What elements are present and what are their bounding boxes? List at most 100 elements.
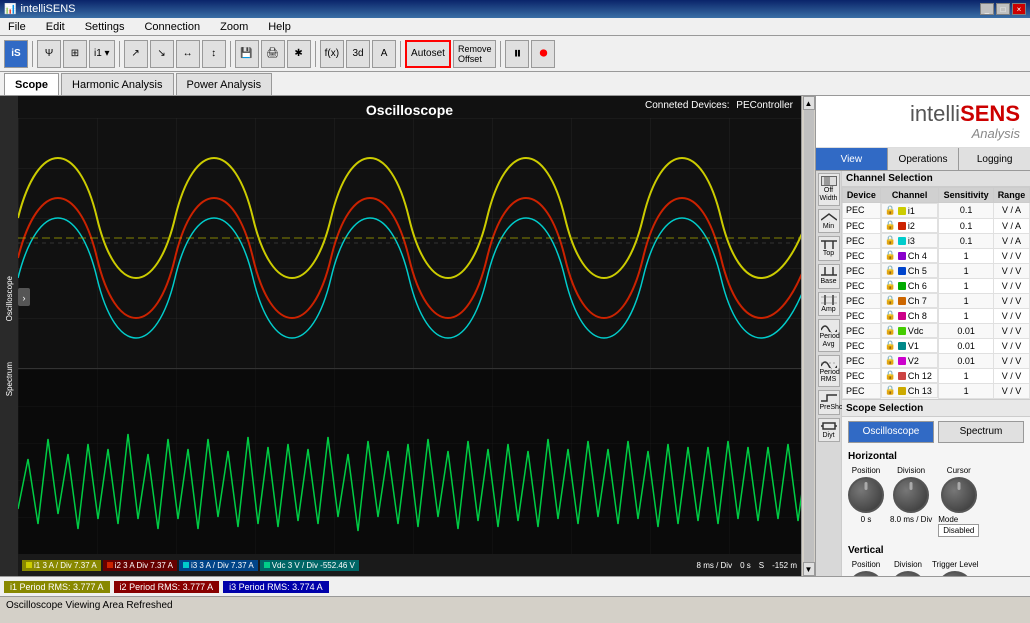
autoset-button[interactable]: Autoset <box>405 40 451 68</box>
toolbar-cursor1-button[interactable]: ↗ <box>124 40 148 68</box>
toolbar-a-button[interactable]: A <box>372 40 396 68</box>
ch-lock-11[interactable]: 🔒 <box>885 370 896 381</box>
toolbar-sep6 <box>500 41 501 67</box>
scope-spectrum-btn[interactable]: Spectrum <box>938 421 1024 443</box>
channel-row-1[interactable]: PEC 🔒 i2 0.1 V / A <box>843 218 1030 233</box>
preshoot-btn[interactable]: PreShoot <box>818 390 840 415</box>
channel-row-5[interactable]: PEC 🔒 Ch 6 1 V / V <box>843 278 1030 293</box>
right-scrollbar[interactable]: ▲ ▼ <box>801 96 815 576</box>
ch-channel-10: 🔒 V2 <box>881 353 939 368</box>
toolbar-cursor4-button[interactable]: ↕ <box>202 40 226 68</box>
ch-lock-0[interactable]: 🔒 <box>885 205 896 216</box>
toolbar-pause-button[interactable]: ⏸ <box>505 40 529 68</box>
ch-lock-10[interactable]: 🔒 <box>885 355 896 366</box>
logo-analysis: Analysis <box>826 126 1020 141</box>
tab-harmonic[interactable]: Harmonic Analysis <box>61 73 173 95</box>
ch-lock-8[interactable]: 🔒 <box>885 325 896 336</box>
svg-text:›: › <box>23 293 26 303</box>
menu-zoom[interactable]: Zoom <box>216 21 252 33</box>
maximize-button[interactable]: □ <box>996 3 1010 15</box>
right-tab-view[interactable]: View <box>816 148 888 170</box>
toolbar-fx-button[interactable]: f(x) <box>320 40 344 68</box>
mode-select[interactable]: Disabled <box>938 524 979 537</box>
v-division-knob[interactable] <box>890 571 926 576</box>
ch-sens-10: 0.01 <box>939 353 993 368</box>
upper-waveform-area[interactable]: › <box>18 118 801 369</box>
toolbar-psi-button[interactable]: Ψ <box>37 40 61 68</box>
diyt-btn[interactable]: Diyt <box>818 418 840 443</box>
menu-settings[interactable]: Settings <box>81 21 129 33</box>
ch-lock-4[interactable]: 🔒 <box>885 265 896 276</box>
channel-row-11[interactable]: PEC 🔒 Ch 12 1 V / V <box>843 368 1030 383</box>
amp-btn[interactable]: Amp <box>818 292 840 317</box>
channel-row-0[interactable]: PEC 🔒 i1 0.1 V / A <box>843 203 1030 219</box>
h-division-knob[interactable] <box>893 477 929 513</box>
right-tab-operations[interactable]: Operations <box>888 148 960 170</box>
off-width-btn[interactable]: Off Width <box>818 173 840 205</box>
ch-sens-12: 1 <box>939 383 993 398</box>
ch-lock-5[interactable]: 🔒 <box>885 280 896 291</box>
lower-waveform-area[interactable] <box>18 369 801 554</box>
ch-lock-9[interactable]: 🔒 <box>885 340 896 351</box>
channel-row-7[interactable]: PEC 🔒 Ch 8 1 V / V <box>843 308 1030 323</box>
ch-device-5: PEC <box>843 278 881 293</box>
col-range: Range <box>993 188 1029 203</box>
menu-edit[interactable]: Edit <box>42 21 69 33</box>
scope-osc-btn[interactable]: Oscilloscope <box>848 421 934 443</box>
scroll-up-arrow[interactable]: ▲ <box>803 96 815 110</box>
h-position-label: Position <box>852 466 880 475</box>
trigger-knob[interactable] <box>937 571 973 576</box>
minimize-button[interactable]: _ <box>980 3 994 15</box>
ch-lock-2[interactable]: 🔒 <box>885 235 896 246</box>
h-position-knob[interactable] <box>848 477 884 513</box>
close-button[interactable]: × <box>1012 3 1026 15</box>
toolbar-print-button[interactable]: 🖨 <box>261 40 285 68</box>
cursor-knob[interactable] <box>941 477 977 513</box>
menu-help[interactable]: Help <box>264 21 295 33</box>
top-btn[interactable]: Top <box>818 236 840 261</box>
period-rms-btn[interactable]: Period RMS <box>818 355 840 387</box>
toolbar-cursor2-button[interactable]: ↘ <box>150 40 174 68</box>
horizontal-controls: Horizontal Position 0 s Division <box>842 447 1030 541</box>
remove-offset-button[interactable]: RemoveOffset <box>453 40 497 68</box>
menu-file[interactable]: File <box>4 21 30 33</box>
app-icon: 📊 <box>4 4 16 15</box>
toolbar-i1-button[interactable]: i1 ▾ <box>89 40 115 68</box>
v-position-knob[interactable] <box>848 571 884 576</box>
tab-power[interactable]: Power Analysis <box>176 73 273 95</box>
channel-row-2[interactable]: PEC 🔒 i3 0.1 V / A <box>843 233 1030 248</box>
period-avg-btn[interactable]: Period Avg <box>818 319 840 351</box>
ch-range-6: V / V <box>993 293 1029 308</box>
channel-row-8[interactable]: PEC 🔒 Vdc 0.01 V / V <box>843 323 1030 338</box>
ch-sens-0: 0.1 <box>939 203 993 219</box>
ch-lock-12[interactable]: 🔒 <box>885 385 896 396</box>
right-content[interactable]: Off Width Min Top Base <box>816 171 1030 576</box>
toolbar-is-button[interactable]: iS <box>4 40 28 68</box>
col-channel: Channel <box>880 188 939 203</box>
ch-lock-6[interactable]: 🔒 <box>885 295 896 306</box>
toolbar-record-button[interactable]: ⏺ <box>531 40 555 68</box>
ch-device-0: PEC <box>843 203 881 219</box>
channel-row-12[interactable]: PEC 🔒 Ch 13 1 V / V <box>843 383 1030 398</box>
col-device: Device <box>843 188 881 203</box>
ch-lock-7[interactable]: 🔒 <box>885 310 896 321</box>
toolbar-save-button[interactable]: 💾 <box>235 40 259 68</box>
toolbar-config-button[interactable]: ✱ <box>287 40 311 68</box>
channel-row-3[interactable]: PEC 🔒 Ch 4 1 V / V <box>843 248 1030 263</box>
toolbar-3d-button[interactable]: 3d <box>346 40 370 68</box>
channel-row-4[interactable]: PEC 🔒 Ch 5 1 V / V <box>843 263 1030 278</box>
menu-connection[interactable]: Connection <box>140 21 204 33</box>
base-btn[interactable]: Base <box>818 264 840 289</box>
channel-row-9[interactable]: PEC 🔒 V1 0.01 V / V <box>843 338 1030 353</box>
toolbar-grid-button[interactable]: ⊞ <box>63 40 87 68</box>
right-tab-logging[interactable]: Logging <box>959 148 1030 170</box>
channel-row-10[interactable]: PEC 🔒 V2 0.01 V / V <box>843 353 1030 368</box>
oscilloscope-side-label: Oscilloscope <box>5 276 14 321</box>
channel-row-6[interactable]: PEC 🔒 Ch 7 1 V / V <box>843 293 1030 308</box>
ch-lock-3[interactable]: 🔒 <box>885 250 896 261</box>
ch-lock-1[interactable]: 🔒 <box>885 220 896 231</box>
min-btn[interactable]: Min <box>818 209 840 234</box>
scroll-down-arrow[interactable]: ▼ <box>803 562 815 576</box>
toolbar-cursor3-button[interactable]: ↔ <box>176 40 200 68</box>
tab-scope[interactable]: Scope <box>4 73 59 95</box>
